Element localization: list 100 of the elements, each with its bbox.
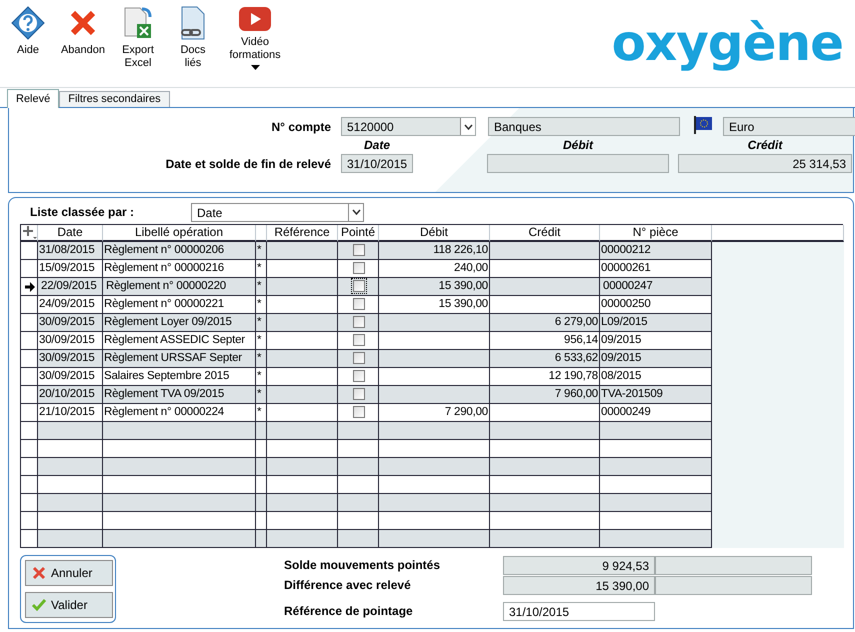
row-header-cell[interactable] [21, 260, 38, 278]
table-cell: Règlement Loyer 09/2015 [103, 314, 256, 332]
row-header-cell[interactable] [21, 458, 38, 476]
checkbox[interactable] [352, 370, 364, 382]
field-label: Référence de pointage [284, 604, 414, 618]
column-header: Débit [562, 138, 594, 152]
table-cell: * [256, 242, 267, 260]
toolbar-button[interactable]: Vidéo formations [220, 6, 290, 74]
table-cell: Règlement n° 00000220 [103, 278, 256, 296]
field-label: Solde mouvements pointés [284, 558, 442, 572]
row-header-cell[interactable] [21, 476, 38, 494]
sort-dropdown[interactable]: Date [191, 202, 364, 222]
table-cell: 15 390,00 [379, 278, 490, 296]
table-cell [38, 458, 103, 476]
button[interactable]: Valider [25, 592, 113, 618]
table-cell: 00000212 [600, 242, 712, 260]
table-cell [267, 494, 338, 512]
row-header-cell[interactable] [21, 278, 38, 296]
field-label: Date et solde de fin de relevé [164, 156, 332, 170]
row-header-cell[interactable] [21, 404, 38, 422]
table-cell [256, 458, 267, 476]
table-cell: Règlement TVA 09/2015 [103, 386, 256, 404]
table-cell: * [256, 350, 267, 368]
row-header-cell[interactable] [21, 494, 38, 512]
column-header: Crédit [746, 138, 784, 152]
credit-field: 25 314,53 [678, 154, 852, 173]
column-header[interactable]: Pointé [338, 225, 379, 242]
value-field: 9 924,53 [503, 556, 655, 574]
value-field: 15 390,00 [503, 576, 655, 594]
field-label: N° compte [270, 120, 332, 134]
tab[interactable]: Filtres secondaires [59, 91, 170, 107]
column-header[interactable]: Date [38, 225, 103, 242]
row-header-cell[interactable] [21, 242, 38, 260]
row-header-cell[interactable] [21, 332, 38, 350]
check-icon [31, 597, 47, 613]
column-header: Date [362, 138, 391, 152]
table-cell: 6 533,62 [490, 350, 600, 368]
currency-field: Euro [723, 117, 855, 136]
toolbar-button[interactable]: Docs liés [165, 6, 221, 70]
table-cell [256, 422, 267, 440]
spreadsheet-export-icon [122, 6, 154, 40]
row-header-cell[interactable] [21, 440, 38, 458]
table-cell: 00000247 [600, 278, 712, 296]
row-header-cell[interactable] [21, 530, 38, 548]
checkbox[interactable] [352, 388, 364, 400]
row-header-cell[interactable] [21, 296, 38, 314]
column-header[interactable]: Crédit [490, 225, 600, 242]
toolbar-button[interactable]: Export Excel [110, 6, 166, 70]
column-header[interactable]: Débit [379, 225, 490, 242]
toolbar-button[interactable]: Aide [0, 6, 56, 57]
account-dropdown[interactable]: 5120000 [341, 117, 476, 136]
table-cell: 7 960,00 [490, 386, 600, 404]
account-name-field: Banques [488, 117, 680, 136]
table-cell [267, 458, 338, 476]
checkbox[interactable] [352, 262, 364, 274]
table-cell [267, 422, 338, 440]
row-header-cell[interactable] [21, 314, 38, 332]
table-cell: 20/10/2015 [38, 386, 103, 404]
field-label: Différence avec relevé [284, 578, 412, 592]
play-icon [238, 6, 272, 32]
checkbox[interactable] [352, 334, 364, 346]
add-column-icon[interactable] [22, 225, 36, 239]
reference-field[interactable]: 31/10/2015 [503, 602, 655, 620]
column-header [256, 225, 267, 242]
table-cell [256, 530, 267, 548]
table-cell [38, 494, 103, 512]
checkbox[interactable] [352, 352, 364, 364]
row-header-cell[interactable] [21, 386, 38, 404]
table-cell: 6 279,00 [490, 314, 600, 332]
checkbox[interactable] [352, 316, 364, 328]
table-cell: * [256, 386, 267, 404]
checkbox[interactable] [352, 244, 364, 256]
tab[interactable]: Relevé [7, 89, 60, 108]
table-cell: 22/09/2015 [38, 278, 103, 296]
column-header[interactable]: N° pièce [600, 225, 712, 242]
checkbox[interactable] [352, 406, 364, 418]
table-cell: 118 226,10 [379, 242, 490, 260]
row-header-cell[interactable] [21, 368, 38, 386]
table-cell: * [256, 314, 267, 332]
row-header-cell[interactable] [21, 422, 38, 440]
toolbar-button[interactable]: Abandon [55, 6, 111, 57]
column-header[interactable]: Référence [267, 225, 338, 242]
row-header-cell[interactable] [21, 512, 38, 530]
button[interactable]: Annuler [25, 560, 113, 586]
date-field: 31/10/2015 [341, 154, 413, 173]
table-cell [38, 530, 103, 548]
column-header[interactable]: Libellé opération [103, 225, 256, 242]
table-cell [38, 422, 103, 440]
chevron-down-icon [352, 209, 360, 215]
table-cell: Règlement URSSAF Septer [103, 350, 256, 368]
row-header-cell[interactable] [21, 350, 38, 368]
table-cell: * [256, 278, 267, 296]
table-cell [338, 458, 379, 476]
current-row-arrow-icon [24, 282, 34, 292]
checkbox[interactable] [352, 280, 364, 292]
help-icon [11, 6, 45, 40]
checkbox[interactable] [352, 298, 364, 310]
field-label: Liste classée par : [29, 205, 136, 219]
table-cell [256, 494, 267, 512]
table-cell: 31/08/2015 [38, 242, 103, 260]
